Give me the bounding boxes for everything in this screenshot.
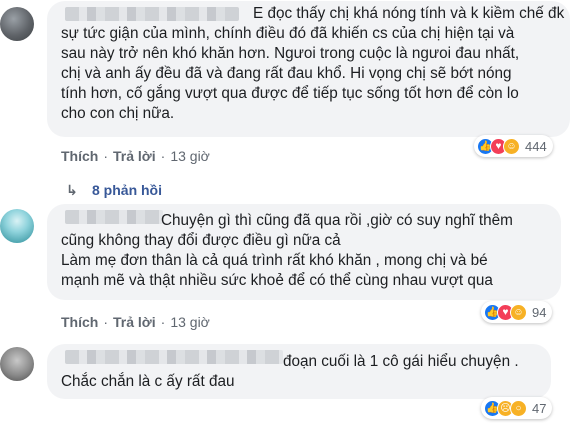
view-replies-link[interactable]: ↳ 8 phản hồi [66, 182, 162, 199]
comment-time[interactable]: 13 giờ [170, 148, 210, 164]
reaction-summary[interactable]: 👍 ♥ ☺ 94 [481, 301, 553, 323]
commenter-avatar[interactable] [0, 7, 34, 41]
comment-actions: Thích · Trả lời · 13 giờ [61, 314, 210, 330]
reaction-count: 47 [532, 400, 547, 416]
comment-text: đoạn cuối là 1 cô gái hiểu chuyện . Chắc… [61, 353, 519, 390]
care-icon: ☺ [503, 137, 520, 155]
comment-time[interactable]: 13 giờ [170, 314, 210, 330]
reaction-summary[interactable]: 👍 ♥ ☺ 444 [474, 135, 553, 157]
wow-icon: ○ [510, 399, 527, 417]
comment-bubble: E đọc thấy chị khá nóng tính và k kiềm c… [47, 1, 570, 137]
care-icon: ☺ [510, 303, 527, 321]
like-link[interactable]: Thích [61, 148, 98, 164]
like-link[interactable]: Thích [61, 314, 98, 330]
reaction-count: 444 [525, 138, 547, 154]
comment-text: E đọc thấy chị khá nóng tính và k kiềm c… [61, 5, 565, 122]
comment-bubble: đoạn cuối là 1 cô gái hiểu chuyện . Chắc… [47, 344, 551, 399]
reply-link[interactable]: Trả lời [113, 148, 156, 164]
comment-text: Chuyện gì thì cũng đã qua rồi ,giờ có su… [61, 212, 513, 289]
reply-arrow-icon: ↳ [66, 182, 78, 198]
commenter-avatar[interactable] [0, 347, 34, 381]
replies-count: 8 phản hồi [92, 182, 162, 198]
comment-actions: Thích · Trả lời · 13 giờ [61, 148, 210, 164]
reaction-count: 94 [532, 304, 547, 320]
reaction-summary[interactable]: 👍 ☹ ○ 47 [481, 397, 553, 419]
commenter-avatar[interactable] [0, 209, 34, 243]
comment-bubble: Chuyện gì thì cũng đã qua rồi ,giờ có su… [47, 204, 561, 300]
reply-link[interactable]: Trả lời [113, 314, 156, 330]
